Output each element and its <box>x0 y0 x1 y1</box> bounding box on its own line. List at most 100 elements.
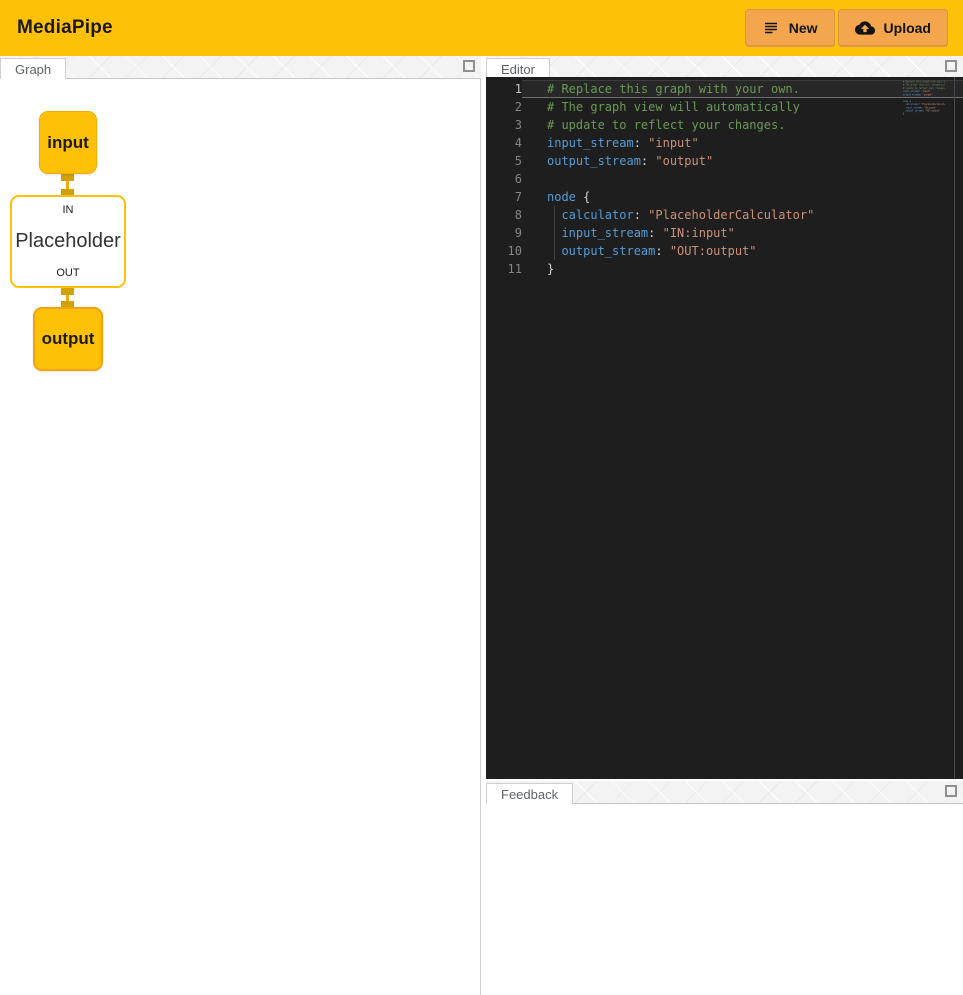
placeholder-out-label: OUT <box>56 267 79 279</box>
feedback-panel: Feedback <box>486 781 963 995</box>
code-token: output_stream <box>903 93 920 96</box>
code-line-5[interactable]: 5output_stream: "output" <box>486 152 963 170</box>
code-line-content <box>522 170 963 188</box>
line-number: 5 <box>486 152 522 170</box>
graph-canvas[interactable]: input IN Placeholder OUT output <box>0 79 481 995</box>
new-button-label: New <box>789 20 818 36</box>
code-editor[interactable]: 1 # Replace this graph with your own. 2 # T… <box>486 77 963 779</box>
tab-graph-label: Graph <box>15 62 51 77</box>
upload-button-label: Upload <box>884 20 931 36</box>
minimap-line: } <box>903 112 945 115</box>
feedback-tabbar: Feedback <box>486 781 963 804</box>
line-number: 11 <box>486 260 522 278</box>
code-line-content: } <box>522 260 963 278</box>
editor-minimap[interactable]: # Replace this graph with your own.# The… <box>903 80 945 126</box>
editor-maximize-icon[interactable] <box>945 60 957 72</box>
overview-ruler <box>954 77 955 779</box>
graph-node-input[interactable]: input <box>39 111 97 174</box>
new-button[interactable]: New <box>745 9 835 47</box>
placeholder-in-label: IN <box>63 204 74 216</box>
editor-tabbar: Editor <box>486 56 963 79</box>
code-token: calculator <box>561 208 633 222</box>
code-line-8[interactable]: 8 calculator: "PlaceholderCalculator" <box>486 206 963 224</box>
line-number: 6 <box>486 170 522 188</box>
code-line-9[interactable]: 9 input_stream: "IN:input" <box>486 224 963 242</box>
code-token: # The graph view will automatically <box>547 100 800 114</box>
code-line-content: # The graph view will automatically <box>522 98 963 116</box>
code-line-content: calculator: "PlaceholderCalculator" <box>522 206 963 224</box>
code-token: : <box>634 208 648 222</box>
notes-icon <box>762 19 780 37</box>
editor-panel: Editor 1 # Replace this graph with your o… <box>486 56 963 779</box>
code-line-content: node { <box>522 188 963 206</box>
code-line-content: # update to reflect your changes. <box>522 116 963 134</box>
minimap-content: # Replace this graph with your own.# The… <box>903 80 945 116</box>
code-line-7[interactable]: 7node { <box>486 188 963 206</box>
code-token: : <box>641 154 655 168</box>
code-token: "output" <box>655 154 713 168</box>
code-line-3[interactable]: 3 # update to reflect your changes. <box>486 116 963 134</box>
app-header: MediaPipe New Upload <box>0 0 963 56</box>
line-number: 4 <box>486 134 522 152</box>
output-node-label: output <box>42 329 95 349</box>
cloud-upload-icon <box>855 18 875 38</box>
upload-button[interactable]: Upload <box>838 9 948 47</box>
tab-feedback[interactable]: Feedback <box>486 783 573 804</box>
code-token: } <box>903 113 904 116</box>
graph-maximize-icon[interactable] <box>463 60 475 72</box>
code-token: "OUT:output" <box>925 110 941 113</box>
code-token: "IN:input" <box>663 226 735 240</box>
code-lines: 1 # Replace this graph with your own. 2 # T… <box>486 80 963 278</box>
line-number: 1 <box>486 80 522 98</box>
code-token: input_stream <box>547 136 634 150</box>
code-line-11[interactable]: 11} <box>486 260 963 278</box>
code-token: } <box>547 262 554 276</box>
code-token: output_stream <box>561 244 655 258</box>
code-token: "PlaceholderCalculator" <box>648 208 814 222</box>
code-token: { <box>576 190 590 204</box>
code-line-content: input_stream: "input" <box>522 134 963 152</box>
tab-feedback-label: Feedback <box>501 787 558 802</box>
line-number: 9 <box>486 224 522 242</box>
code-token: "output" <box>923 93 933 96</box>
code-token: # Replace this graph with your own. <box>547 82 800 96</box>
feedback-maximize-icon[interactable] <box>945 785 957 797</box>
graph-node-output[interactable]: output <box>33 307 103 371</box>
line-number: 7 <box>486 188 522 206</box>
graph-node-placeholder[interactable]: IN Placeholder OUT <box>10 195 126 288</box>
code-token: input_stream <box>561 226 648 240</box>
tab-editor-label: Editor <box>501 62 535 77</box>
code-token: : <box>655 244 669 258</box>
code-line-content: output_stream: "output" <box>522 152 963 170</box>
code-line-content: input_stream: "IN:input" <box>522 224 963 242</box>
code-line-content: output_stream: "OUT:output" <box>522 242 963 260</box>
line-number: 3 <box>486 116 522 134</box>
indent-guide <box>554 206 555 260</box>
line-number: 10 <box>486 242 522 260</box>
code-line-2[interactable]: 2 # The graph view will automatically <box>486 98 963 116</box>
line-number: 8 <box>486 206 522 224</box>
code-line-6[interactable]: 6 <box>486 170 963 188</box>
code-token: : <box>634 136 648 150</box>
tab-graph[interactable]: Graph <box>0 58 66 79</box>
code-token: # update to reflect your changes. <box>547 118 785 132</box>
code-token: output_stream <box>906 110 923 113</box>
input-node-label: input <box>47 133 89 153</box>
app-title: MediaPipe <box>17 17 113 39</box>
code-line-content: # Replace this graph with your own. <box>522 80 963 98</box>
code-line-1[interactable]: 1 # Replace this graph with your own. <box>486 80 963 98</box>
minimap-line: output_stream: "OUT:output" <box>903 109 945 112</box>
code-token: output_stream <box>547 154 641 168</box>
code-line-10[interactable]: 10 output_stream: "OUT:output" <box>486 242 963 260</box>
graph-panel: Graph input IN Placeholder OUT output <box>0 56 481 995</box>
line-number: 2 <box>486 98 522 116</box>
placeholder-node-label: Placeholder <box>15 230 121 253</box>
code-token: node <box>547 190 576 204</box>
code-token: "OUT:output" <box>670 244 757 258</box>
code-token: "input" <box>648 136 699 150</box>
tab-editor[interactable]: Editor <box>486 58 550 79</box>
code-token: : <box>648 226 662 240</box>
header-buttons: New Upload <box>745 9 948 47</box>
graph-tabbar: Graph <box>0 56 481 79</box>
code-line-4[interactable]: 4input_stream: "input" <box>486 134 963 152</box>
